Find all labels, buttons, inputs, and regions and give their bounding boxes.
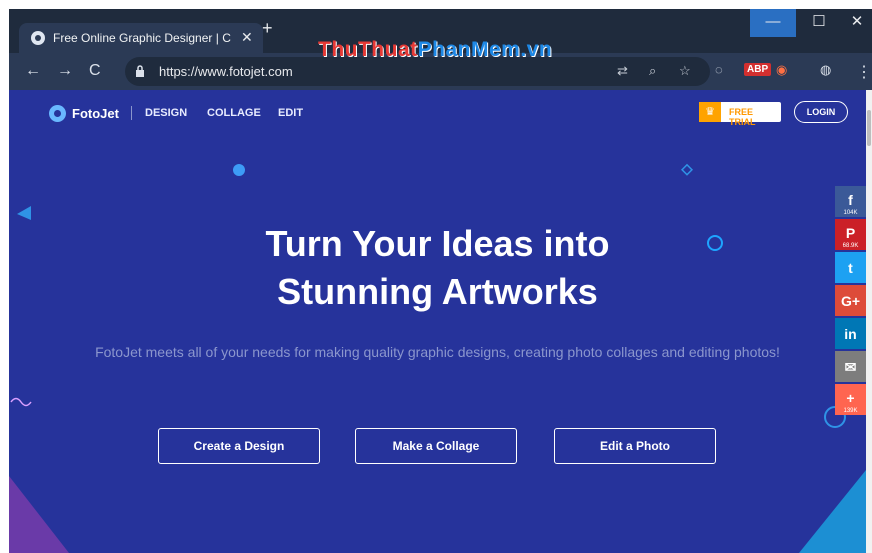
free-trial-button[interactable]: ♛ FREE TRIAL — [699, 102, 781, 127]
hero-title-line2: Stunning Artworks — [277, 271, 598, 312]
forward-arrow-icon[interactable]: → — [57, 62, 73, 80]
pinterest-icon: P — [845, 225, 856, 241]
share-count: 139K — [843, 408, 858, 414]
share-facebook-button[interactable]: f 104K — [835, 186, 866, 217]
tab-close-icon[interactable]: ✕ — [241, 29, 253, 46]
minimize-button[interactable]: — — [750, 9, 796, 37]
tab-title: Free Online Graphic Designer | C — [53, 31, 231, 45]
browser-window: Free Online Graphic Designer | C ✕ + — ☐… — [0, 0, 872, 553]
share-count: 68.9K — [842, 243, 859, 249]
adblock-extension[interactable]: ABP — [744, 63, 772, 76]
share-count: 104K — [843, 210, 858, 216]
free-trial-label: FREE TRIAL — [729, 107, 756, 127]
shield-icon[interactable]: ◌ — [715, 62, 723, 77]
hero-subtitle: FotoJet meets all of your needs for maki… — [95, 344, 780, 360]
crown-icon: ♛ — [699, 102, 721, 122]
watermark: ThuThuatPhanMem.vn — [318, 38, 553, 61]
share-google-plus-button[interactable]: G+ — [835, 285, 866, 316]
translate-icon[interactable]: ⇄ — [617, 63, 628, 79]
hero-title: Turn Your Ideas into Stunning Artworks — [9, 220, 866, 316]
decorative-shapes — [9, 163, 866, 553]
facebook-icon: f — [848, 192, 853, 208]
hero-title-line1: Turn Your Ideas into — [265, 223, 610, 264]
nav-edit[interactable]: EDIT — [278, 107, 303, 119]
create-design-button[interactable]: Create a Design — [158, 428, 320, 464]
share-twitter-button[interactable]: t — [835, 252, 866, 283]
scrollbar[interactable] — [866, 90, 872, 553]
fotojet-logo-icon[interactable] — [49, 105, 66, 122]
make-collage-button[interactable]: Make a Collage — [355, 428, 517, 464]
new-tab-button[interactable]: + — [262, 18, 273, 39]
nav-collage[interactable]: COLLAGE — [207, 107, 261, 119]
login-button[interactable]: LOGIN — [794, 101, 848, 123]
browser-tab[interactable]: Free Online Graphic Designer | C ✕ — [19, 23, 263, 53]
scrollbar-thumb[interactable] — [867, 110, 871, 146]
extension-icon[interactable]: ◉ — [776, 62, 787, 78]
page-content: FotoJet DESIGN COLLAGE EDIT ♛ FREE TRIAL… — [9, 90, 866, 553]
share-more-button[interactable]: +139K — [835, 384, 866, 415]
nav-design[interactable]: DESIGN — [145, 107, 187, 119]
share-email-button[interactable]: ✉ — [835, 351, 866, 382]
nav-separator — [131, 106, 132, 120]
lock-icon — [136, 65, 144, 77]
favicon-icon — [31, 31, 45, 45]
brand-name[interactable]: FotoJet — [72, 106, 119, 121]
edit-photo-button[interactable]: Edit a Photo — [554, 428, 716, 464]
url-text[interactable]: https://www.fotojet.com — [159, 64, 293, 79]
close-window-button[interactable]: ✕ — [842, 9, 872, 37]
zoom-icon[interactable]: ⌕ — [649, 63, 656, 79]
more-icon: + — [846, 390, 855, 406]
email-icon: ✉ — [844, 359, 857, 375]
maximize-button[interactable]: ☐ — [796, 9, 842, 37]
share-pinterest-button[interactable]: P 68.9K — [835, 219, 866, 250]
menu-icon[interactable]: ⋮ — [856, 62, 872, 82]
profile-avatar[interactable]: ◍ — [820, 62, 831, 78]
share-linkedin-button[interactable]: in — [835, 318, 866, 349]
google-plus-icon: G+ — [840, 293, 861, 309]
linkedin-icon: in — [844, 326, 857, 342]
reload-icon[interactable]: C — [89, 62, 101, 80]
star-icon[interactable]: ☆ — [679, 63, 691, 79]
twitter-icon: t — [848, 260, 853, 276]
back-arrow-icon[interactable]: ← — [25, 62, 41, 80]
